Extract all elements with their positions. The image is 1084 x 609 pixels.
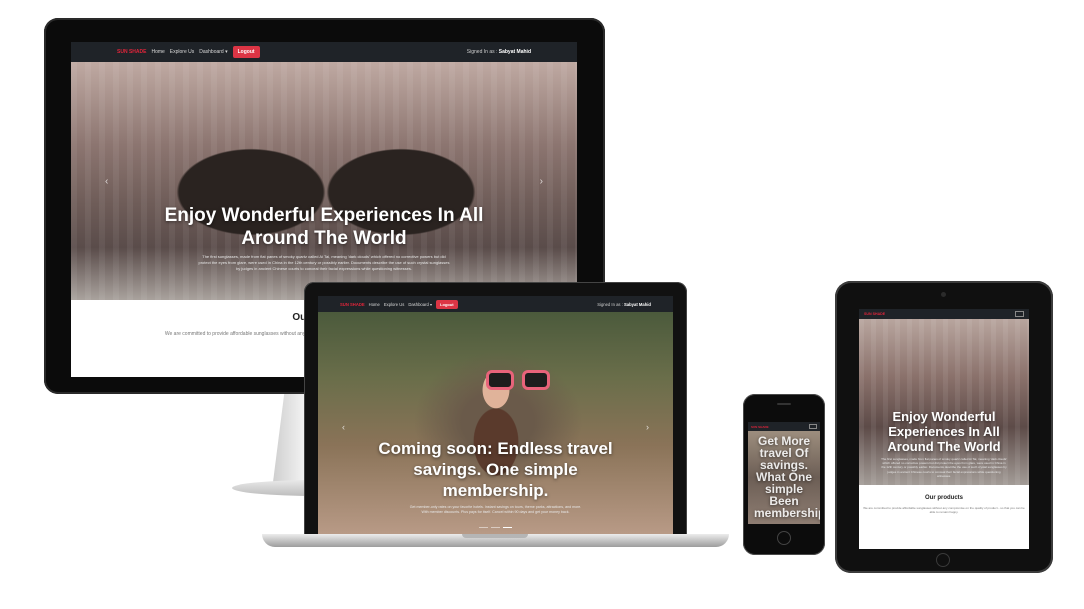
laptop-navbar: SUN SHADE Home Explore Us Dashboard ▾ Lo… [318,296,673,312]
signed-in-status: Signed In as : Sabyat Mahid [467,49,531,55]
signed-in-status: Signed In as : Sabyat Mahid [597,302,651,307]
hamburger-menu-icon[interactable] [1015,311,1024,317]
nav-explore-link[interactable]: Explore Us [170,49,194,55]
phone-device: SUN SHADE Get More travel Of savings. Wh… [743,394,825,555]
nav-dashboard-dropdown[interactable]: Dashboard ▾ [408,302,432,307]
nav-home-link[interactable]: Home [369,302,380,307]
desktop-hero-title: Enjoy Wonderful Experiences In All Aroun… [164,205,484,249]
carousel-next-icon[interactable]: › [646,422,649,432]
signed-in-label: Signed In as : [597,301,623,307]
hamburger-menu-icon[interactable] [809,424,817,429]
laptop-screen: SUN SHADE Home Explore Us Dashboard ▾ Lo… [318,296,673,534]
brand-logo[interactable]: SUN SHADE [864,312,885,316]
carousel-indicator-active[interactable] [503,526,512,528]
tablet-home-button [936,553,950,567]
tablet-products-subtitle: We are committed to provide affordable s… [863,506,1025,514]
tablet-hero: Enjoy Wonderful Experiences In All Aroun… [859,319,1029,485]
nav-home-link[interactable]: Home [151,49,164,55]
sunglasses-image [486,370,550,390]
phone-home-button [777,531,791,545]
tablet-navbar: SUN SHADE [859,309,1029,319]
phone-hero-title: Get More travel Of savings. What One sim… [754,434,820,520]
laptop-hero-carousel: ‹ › Coming soon: Endless travel savings.… [318,312,673,534]
nav-explore-link[interactable]: Explore Us [384,302,404,307]
phone-navbar: SUN SHADE [748,422,820,431]
brand-logo[interactable]: SUN SHADE [117,49,146,55]
nav-dashboard-dropdown[interactable]: Dashboard ▾ [199,49,227,55]
carousel-indicator[interactable] [491,526,500,528]
tablet-products-title: Our products [924,495,963,501]
desktop-hero-text: The first sunglasses, made from flat pan… [198,254,450,271]
laptop-device: SUN SHADE Home Explore Us Dashboard ▾ Lo… [304,282,687,535]
phone-speaker [777,403,791,405]
logout-button[interactable]: Logout [232,46,260,58]
signed-in-user: Sabyat Mahid [498,49,531,55]
signed-in-label: Signed In as : [466,49,498,55]
carousel-indicator[interactable] [479,526,488,528]
tablet-hero-text: The first sunglasses, made from flat pan… [881,457,1007,478]
brand-logo[interactable]: SUN SHADE [751,425,769,429]
tablet-camera [941,292,946,297]
phone-hero-caption: Get More travel Of savings. What One sim… [748,435,820,519]
phone-screen: SUN SHADE Get More travel Of savings. Wh… [748,422,820,524]
signed-in-user: Sabyat Mahid [624,301,651,307]
responsive-mockup: SUN SHADE Home Explore Us Dashboard ▾ Lo… [0,0,1084,609]
desktop-navbar: SUN SHADE Home Explore Us Dashboard ▾ Lo… [71,42,577,62]
tablet-hero-caption: Enjoy Wonderful Experiences In All Aroun… [859,409,1029,478]
logout-button[interactable]: Logout [436,299,458,309]
carousel-indicators [318,526,673,528]
laptop-hero-text: Get member-only rates on your favorite h… [409,505,582,514]
carousel-prev-icon[interactable]: ‹ [342,422,345,432]
laptop-notch [462,534,528,538]
carousel-next-icon[interactable]: › [540,176,543,187]
tablet-screen: SUN SHADE Enjoy Wonderful Experiences In… [859,309,1029,549]
phone-hero: Get More travel Of savings. What One sim… [748,431,820,524]
tablet-hero-title: Enjoy Wonderful Experiences In All Aroun… [887,409,1001,454]
desktop-hero-carousel: ‹ › Enjoy Wonderful Experiences In All A… [71,62,577,300]
laptop-hero-caption: Coming soon: Endless travel savings. One… [318,438,673,515]
laptop-hero-title: Coming soon: Endless travel savings. One… [378,439,613,500]
desktop-hero-caption: Enjoy Wonderful Experiences In All Aroun… [71,204,577,272]
carousel-prev-icon[interactable]: ‹ [105,176,108,187]
tablet-device: SUN SHADE Enjoy Wonderful Experiences In… [835,281,1053,573]
brand-logo[interactable]: SUN SHADE [340,302,365,307]
